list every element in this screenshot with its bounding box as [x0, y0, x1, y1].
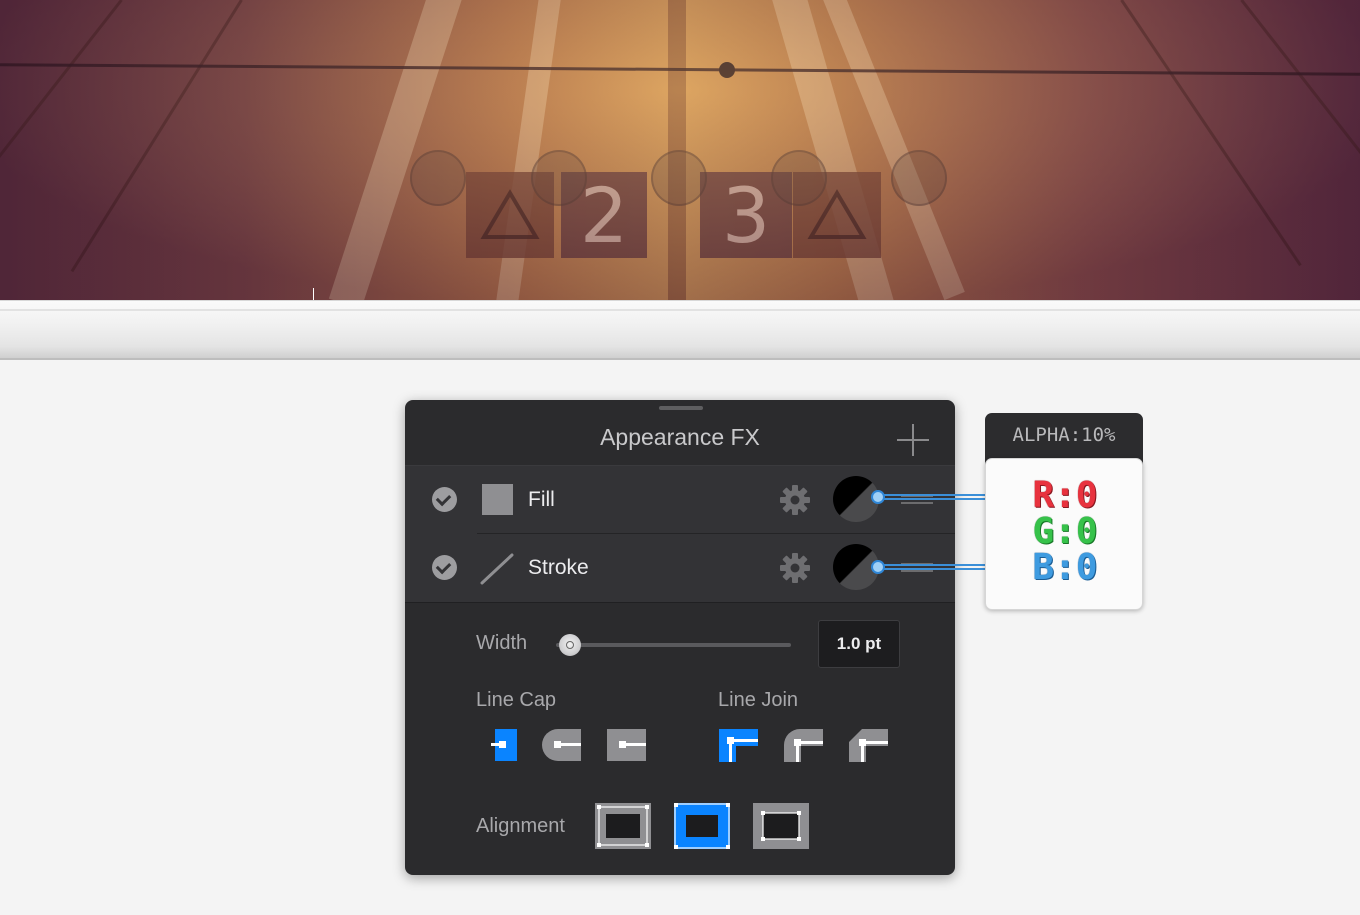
- width-slider-track[interactable]: [556, 643, 791, 647]
- reorder-handle-line[interactable]: [901, 502, 933, 504]
- fill-checkbox[interactable]: [432, 487, 457, 512]
- stroke-checkbox[interactable]: [432, 555, 457, 580]
- stroke-icon: [480, 553, 514, 585]
- blue-value: B:0: [1032, 547, 1098, 588]
- align-outside-button[interactable]: [753, 803, 809, 849]
- cap-round-button[interactable]: [541, 728, 581, 762]
- add-effect-button[interactable]: [897, 424, 929, 456]
- fill-connector-dot-icon: [871, 490, 885, 504]
- join-round-icon: [784, 729, 823, 762]
- join-bevel-button[interactable]: [848, 728, 888, 762]
- width-label: Width: [476, 632, 528, 654]
- toolbar: [0, 300, 1360, 360]
- line-join-label: Line Join: [718, 689, 799, 711]
- toolbar-highlight: [0, 309, 1360, 311]
- stroke-settings-gear-icon[interactable]: [778, 551, 812, 585]
- red-value: R:0: [1032, 475, 1098, 516]
- reorder-handle-line[interactable]: [901, 570, 933, 572]
- align-inside-button[interactable]: [595, 803, 651, 849]
- align-center-button[interactable]: [674, 803, 730, 849]
- cap-butt-icon: [491, 729, 517, 761]
- join-round-button[interactable]: [783, 728, 823, 762]
- cap-round-icon: [542, 729, 581, 761]
- width-slider-thumb[interactable]: [559, 634, 582, 656]
- header-photo: 2 3: [0, 0, 1360, 300]
- join-miter-icon: [719, 729, 758, 762]
- join-miter-button[interactable]: [718, 728, 758, 762]
- panel-drag-handle[interactable]: [659, 406, 703, 410]
- text-cursor: [313, 288, 314, 300]
- fill-settings-gear-icon[interactable]: [778, 483, 812, 517]
- green-value: G:0: [1032, 511, 1098, 552]
- align-inside-icon: [595, 803, 651, 849]
- fill-label: Fill: [528, 488, 555, 511]
- photo-vignette: [0, 0, 1360, 300]
- align-outside-icon: [753, 803, 809, 849]
- width-value-field[interactable]: 1.0 pt: [818, 620, 900, 668]
- join-bevel-icon: [849, 729, 888, 762]
- stroke-label: Stroke: [528, 556, 589, 579]
- line-cap-label: Line Cap: [476, 689, 557, 711]
- cap-square-button[interactable]: [606, 728, 646, 762]
- cap-butt-button[interactable]: [491, 728, 517, 762]
- fill-icon: [482, 484, 513, 515]
- rgb-readout: R:0 G:0 B:0: [985, 458, 1143, 610]
- stroke-connector-dot-icon: [871, 560, 885, 574]
- panel-title: Appearance FX: [600, 424, 760, 450]
- align-center-icon: [674, 803, 730, 849]
- alignment-label: Alignment: [476, 815, 565, 837]
- fill-color-connector: [878, 494, 986, 500]
- appearance-panel: Appearance FX Fill Stroke Width 1.0 pt L…: [405, 400, 955, 875]
- cap-square-icon: [607, 729, 646, 761]
- rows-divider: [405, 602, 955, 603]
- stroke-color-connector: [878, 564, 986, 570]
